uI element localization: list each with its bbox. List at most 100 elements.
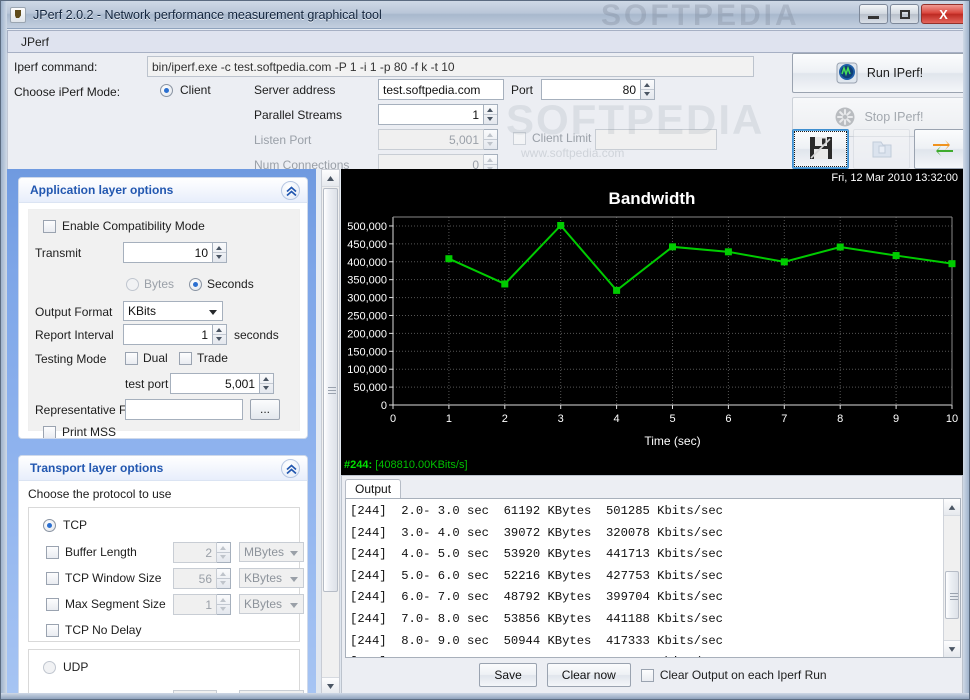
seconds-radio[interactable]: [189, 278, 202, 291]
tcp-label: TCP: [63, 518, 87, 532]
sidebar-scrollbar[interactable]: [321, 169, 340, 695]
output-scroll-up[interactable]: [944, 499, 960, 516]
svg-text:200,000: 200,000: [347, 328, 387, 340]
trade-label: Trade: [197, 351, 228, 365]
svg-text:500,000: 500,000: [347, 221, 387, 233]
maximize-button[interactable]: [890, 4, 919, 24]
tcp-window-size-unit-select: KBytes: [239, 568, 304, 588]
transmit-field[interactable]: 10: [123, 242, 213, 263]
max-segment-size-checkbox[interactable]: [46, 598, 59, 611]
output-textarea[interactable]: [244] 2.0- 3.0 sec 61192 KBytes 501285 K…: [345, 498, 961, 658]
clear-on-run-checkbox[interactable]: [640, 668, 654, 682]
svg-text:9: 9: [893, 413, 899, 425]
parallel-streams-field[interactable]: 1: [378, 104, 484, 125]
save-output-button[interactable]: Save: [479, 663, 537, 687]
dual-checkbox[interactable]: [125, 352, 138, 365]
output-panel: Output [244] 2.0- 3.0 sec 61192 KBytes 5…: [341, 475, 963, 695]
tcp-window-size-field: 56: [173, 568, 217, 589]
close-button[interactable]: X: [921, 4, 966, 24]
application-layer-body: Enable Compatibility Mode Transmit 10 By…: [19, 203, 307, 438]
menu-bar: JPerf: [7, 30, 965, 53]
scroll-up-arrow[interactable]: [322, 170, 339, 187]
tab-output[interactable]: Output: [345, 479, 402, 499]
mode-label: Choose iPerf Mode:: [14, 85, 121, 99]
chart-status-id: #244:: [344, 459, 373, 471]
svg-text:3: 3: [558, 413, 564, 425]
browse-button[interactable]: ...: [250, 399, 280, 420]
report-interval-field[interactable]: 1: [123, 324, 213, 345]
iperf-command-field[interactable]: bin/iperf.exe -c test.softpedia.com -P 1…: [147, 56, 754, 77]
svg-text:1: 1: [446, 413, 452, 425]
svg-text:300,000: 300,000: [347, 293, 387, 305]
chevron-double-up-icon[interactable]: [281, 181, 300, 200]
buffer-length-field: 2: [173, 542, 217, 563]
test-port-stepper[interactable]: [260, 373, 274, 394]
buffer-length-label: Buffer Length: [65, 545, 137, 559]
port-stepper[interactable]: [641, 79, 655, 100]
application-layer-inner: Enable Compatibility Mode Transmit 10 By…: [28, 209, 300, 438]
open-config-button[interactable]: [853, 129, 910, 169]
application-layer-panel: Application layer options Enable Compati…: [18, 177, 308, 439]
tcp-radio[interactable]: [43, 519, 56, 532]
tcp-window-size-checkbox[interactable]: [46, 572, 59, 585]
parallel-streams-label: Parallel Streams: [254, 108, 343, 122]
output-format-select[interactable]: KBits: [123, 301, 223, 321]
report-interval-stepper[interactable]: [213, 324, 227, 345]
output-scroll-thumb[interactable]: [945, 571, 959, 619]
clear-on-run-label: Clear Output on each Iperf Run: [659, 668, 827, 682]
chevron-double-up-icon[interactable]: [281, 459, 300, 478]
client-limit-checkbox[interactable]: [513, 132, 526, 145]
save-icon: [808, 135, 834, 164]
bytes-radio[interactable]: [126, 278, 139, 291]
port-field[interactable]: 80: [541, 79, 641, 100]
tcp-no-delay-checkbox[interactable]: [46, 624, 59, 637]
title-bar: JPerf 2.0.2 - Network performance measur…: [1, 1, 969, 32]
report-interval-unit: seconds: [234, 328, 279, 342]
scroll-down-arrow[interactable]: [322, 677, 339, 694]
svg-text:0: 0: [390, 413, 396, 425]
print-mss-checkbox[interactable]: [43, 426, 56, 438]
client-limit-label: Client Limit: [532, 131, 592, 145]
buffer-length-checkbox[interactable]: [46, 546, 59, 559]
svg-text:450,000: 450,000: [347, 239, 387, 251]
max-segment-size-field: 1: [173, 594, 217, 615]
output-scroll-down[interactable]: [944, 640, 960, 657]
udp-group: UDP: [28, 649, 304, 695]
server-address-field[interactable]: test.softpedia.com: [378, 79, 504, 100]
chart-timestamp: Fri, 12 Mar 2010 13:32:00: [831, 172, 958, 184]
java-cup-icon: [10, 6, 26, 23]
server-address-label: Server address: [254, 83, 336, 97]
window-controls: X: [859, 4, 966, 24]
chart-status-line: #244: [408810.00KBits/s]: [341, 455, 963, 475]
trade-checkbox[interactable]: [179, 352, 192, 365]
client-radio[interactable]: [160, 84, 173, 97]
print-mss-label: Print MSS: [62, 425, 117, 439]
iperf-command-label: Iperf command:: [14, 60, 98, 74]
transport-layer-header: Transport layer options: [19, 456, 307, 481]
stop-iperf-label: Stop IPerf!: [864, 110, 924, 124]
testing-mode-label: Testing Mode: [35, 352, 107, 366]
svg-text:100,000: 100,000: [347, 364, 387, 376]
representative-file-field[interactable]: [125, 399, 243, 420]
transmit-stepper[interactable]: [213, 242, 227, 263]
test-port-field[interactable]: 5,001: [170, 373, 260, 394]
app-window: JPerf 2.0.2 - Network performance measur…: [0, 0, 970, 700]
output-scrollbar[interactable]: [943, 499, 960, 657]
save-config-button[interactable]: [792, 129, 849, 169]
menu-item-jperf[interactable]: JPerf: [16, 33, 54, 51]
client-limit-field: [595, 129, 717, 150]
client-label: Client: [180, 83, 211, 97]
run-iperf-button[interactable]: Run IPerf!: [792, 53, 966, 93]
clear-now-button[interactable]: Clear now: [546, 663, 631, 687]
reset-config-button[interactable]: [914, 129, 969, 169]
udp-radio[interactable]: [43, 661, 56, 674]
minimize-button[interactable]: [859, 4, 888, 24]
sidebar-scroll-thumb[interactable]: [323, 188, 338, 592]
parallel-streams-stepper[interactable]: [484, 104, 498, 125]
window-title: JPerf 2.0.2 - Network performance measur…: [33, 7, 382, 22]
tcp-window-size-label: TCP Window Size: [65, 571, 162, 585]
enable-compat-checkbox[interactable]: [43, 220, 56, 233]
max-segment-size-unit-select: KBytes: [239, 594, 304, 614]
svg-text:400,000: 400,000: [347, 257, 387, 269]
transport-layer-title: Transport layer options: [30, 461, 164, 475]
